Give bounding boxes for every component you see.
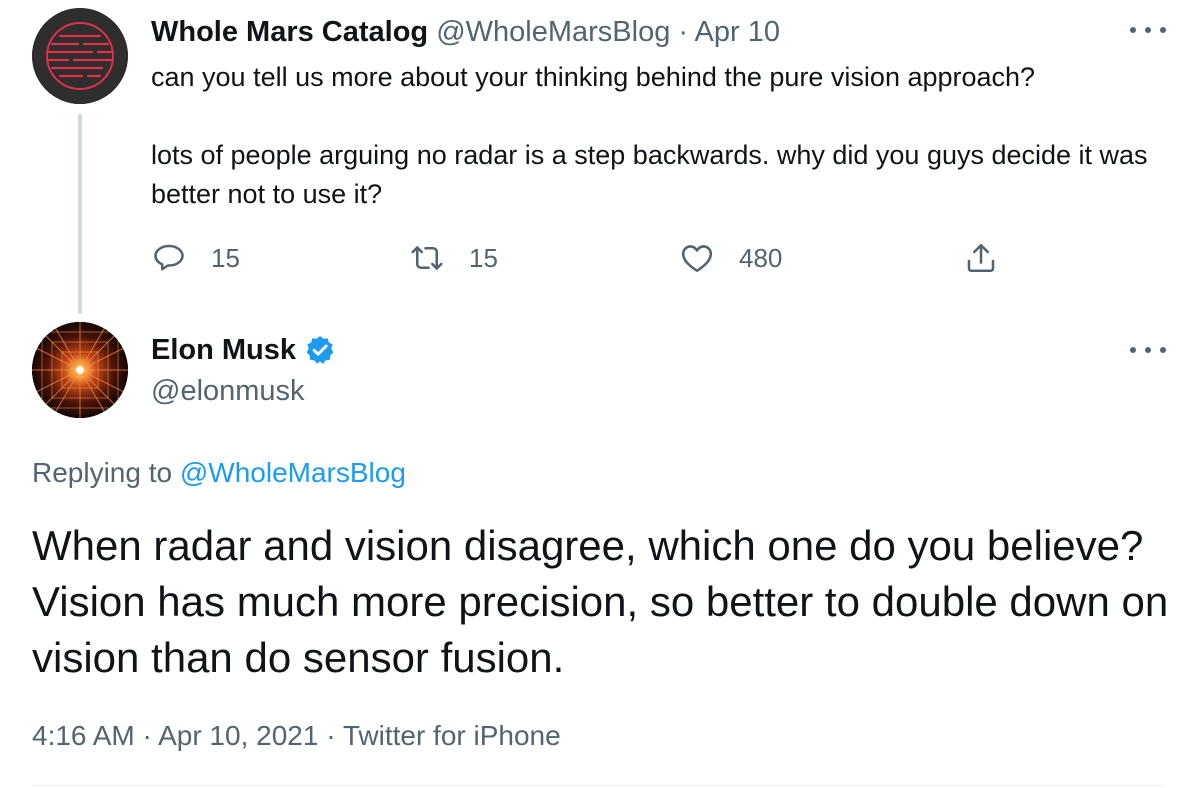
parent-tweet-header: Whole Mars Catalog @WholeMarsBlog · Apr … — [151, 12, 780, 52]
tweet-thread: Whole Mars Catalog @WholeMarsBlog · Apr … — [0, 0, 1196, 788]
retweet-button[interactable]: 15 — [409, 238, 498, 278]
tweet-full-date[interactable]: Apr 10, 2021 — [158, 720, 318, 751]
thread-connector-line — [78, 114, 82, 314]
reply-icon — [154, 244, 184, 271]
main-author-handle[interactable]: @elonmusk — [151, 371, 305, 411]
parent-tweet-text: can you tell us more about your thinking… — [151, 58, 1181, 214]
tweet-time[interactable]: 4:16 AM — [32, 720, 135, 751]
parent-action-bar: 15 15 480 — [151, 238, 1011, 278]
parent-header-separator: · — [678, 16, 689, 48]
share-icon — [967, 243, 995, 273]
verified-badge-icon — [306, 336, 334, 364]
retweet-icon — [411, 246, 443, 270]
like-icon — [681, 245, 713, 273]
tweet-metadata: 4:16 AM · Apr 10, 2021 · Twitter for iPh… — [32, 716, 561, 756]
divider — [32, 785, 1164, 786]
parent-more-icon[interactable] — [1130, 23, 1166, 37]
avatar-logo-icon — [32, 8, 128, 104]
avatar-image — [32, 322, 128, 418]
replying-to-link[interactable]: @WholeMarsBlog — [180, 457, 406, 488]
retweet-count: 15 — [469, 243, 498, 273]
avatar-elon-musk[interactable] — [32, 322, 128, 418]
share-button[interactable] — [963, 238, 1023, 278]
replying-prefix: Replying to — [32, 457, 173, 488]
main-author-name-row: Elon Musk — [151, 330, 336, 370]
tweet-source[interactable]: Twitter for iPhone — [343, 720, 561, 751]
reply-button[interactable]: 15 — [151, 238, 240, 278]
main-author-name[interactable]: Elon Musk — [151, 330, 296, 370]
parent-tweet-date[interactable]: Apr 10 — [695, 16, 780, 48]
meta-separator-2: · — [326, 720, 336, 751]
meta-separator-1: · — [142, 720, 152, 751]
main-more-icon[interactable] — [1130, 343, 1166, 357]
parent-author-name[interactable]: Whole Mars Catalog — [151, 16, 428, 48]
avatar-whole-mars-catalog[interactable] — [32, 8, 128, 104]
like-count: 480 — [739, 243, 783, 273]
like-button[interactable]: 480 — [679, 238, 782, 278]
main-tweet-text: When radar and vision disagree, which on… — [32, 522, 1169, 681]
parent-author-handle[interactable]: @WholeMarsBlog — [436, 16, 670, 48]
parent-text-paragraph-1: can you tell us more about your thinking… — [151, 62, 1036, 92]
parent-text-paragraph-2: lots of people arguing no radar is a ste… — [151, 140, 1148, 209]
replying-to-line: Replying to @WholeMarsBlog — [32, 453, 406, 493]
reply-count: 15 — [211, 243, 240, 273]
